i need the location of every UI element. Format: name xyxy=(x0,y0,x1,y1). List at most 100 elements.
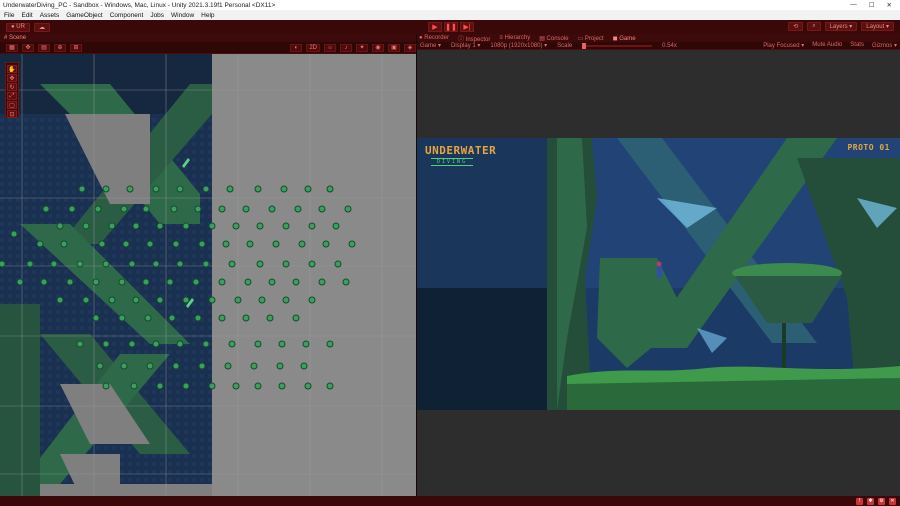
transform-tools-dropdown[interactable]: ✥ xyxy=(22,43,34,52)
warning-icon[interactable]: ! xyxy=(856,497,863,505)
pause-icon: ❚❚ xyxy=(445,24,457,31)
play-focused-label: Play Focused xyxy=(763,43,800,49)
game-view-dropdown[interactable]: Game ▾ xyxy=(420,42,441,49)
rotate-tool[interactable]: ↻ xyxy=(7,83,17,91)
window-titlebar: UnderwaterDiving_PC - Sandbox - Windows,… xyxy=(0,0,900,10)
game-panel: ● Recorder ⓘ Inspector ≡ Hierarchy ▤ Con… xyxy=(417,34,900,496)
menu-bar: File Edit Assets GameObject Component Jo… xyxy=(0,10,900,20)
mode-2d-button[interactable]: 2D xyxy=(306,43,320,52)
bug-icon[interactable]: ✱ xyxy=(867,497,874,505)
snap-settings-button[interactable]: ⊕ xyxy=(54,43,66,52)
move-tool[interactable]: ✥ xyxy=(7,74,17,82)
history-button[interactable]: ⟲ xyxy=(788,22,804,31)
toolbar-right: ⟲ ⌕ Layers ▾ Layout ▾ xyxy=(788,22,894,31)
draw-mode-icon: ▦ xyxy=(9,45,15,51)
stats-toggle[interactable]: Stats xyxy=(850,42,864,49)
grid-snap-dropdown[interactable]: ▤ xyxy=(38,43,50,52)
rect-icon: ▢ xyxy=(9,102,15,109)
resolution-label: 1080p (1920x1080) xyxy=(490,43,543,49)
camera-dropdown[interactable]: ▣ xyxy=(388,43,400,52)
gizmos-dropdown-game[interactable]: Gizmos ▾ xyxy=(872,42,897,49)
view-tool[interactable]: ✋ xyxy=(7,65,17,73)
transform-icon: ✥ xyxy=(25,45,31,51)
display-dropdown[interactable]: Display 1 ▾ xyxy=(451,42,480,49)
scene-viewport[interactable]: ✋ ✥ ↻ ⤢ ▢ ⊡ xyxy=(0,54,416,496)
tab-project[interactable]: ▭ Project xyxy=(578,35,604,42)
audio-toggle[interactable]: ♪ xyxy=(340,43,352,52)
scale-slider[interactable] xyxy=(582,42,653,49)
tab-recorder[interactable]: ● Recorder xyxy=(419,35,449,41)
tab-game[interactable]: ◼ Game xyxy=(613,35,636,42)
move-icon: ✥ xyxy=(9,75,15,82)
game-logo-title: UNDERWATER xyxy=(425,144,497,157)
game-render: UNDERWATER DIVING PROTO 01 xyxy=(417,138,900,410)
game-view-label: Game xyxy=(420,43,437,49)
tab-hierarchy[interactable]: ≡ Hierarchy xyxy=(499,35,530,41)
gizmos-dropdown[interactable]: ◈ xyxy=(404,43,416,52)
mode-2d-label: 2D xyxy=(309,44,317,51)
rect-tool[interactable]: ▢ xyxy=(7,101,17,109)
tab-game-label: Game xyxy=(619,35,636,42)
minimize-icon[interactable]: — xyxy=(850,1,857,9)
rotate-icon: ↻ xyxy=(9,84,15,91)
layout-dropdown[interactable]: Layout ▾ xyxy=(861,22,894,31)
cloud-button[interactable]: ☁ xyxy=(33,22,50,32)
transform-tool[interactable]: ⊡ xyxy=(7,110,17,118)
step-icon: ▶| xyxy=(463,24,471,31)
window-controls: — ☐ ✕ xyxy=(850,1,900,9)
layers-label: Layers xyxy=(829,23,848,30)
main-toolbar: ● UR ☁ ▶ ❚❚ ▶| ⟲ ⌕ Layers ▾ Layout ▾ xyxy=(0,20,900,34)
menu-component[interactable]: Component xyxy=(110,12,144,19)
tab-console-label: Console xyxy=(546,35,569,42)
maximize-icon[interactable]: ☐ xyxy=(869,1,875,9)
menu-window[interactable]: Window xyxy=(171,12,194,19)
scale-tool[interactable]: ⤢ xyxy=(7,92,17,100)
cloud-icon: ☁ xyxy=(38,24,45,31)
game-logo-subtitle: DIVING xyxy=(431,158,474,166)
light-icon: ☼ xyxy=(327,44,333,51)
lighting-toggle[interactable]: ☼ xyxy=(324,43,336,52)
console-icon: ▤ xyxy=(539,35,547,42)
tab-hierarchy-label: Hierarchy xyxy=(504,35,531,41)
scale-label: Scale xyxy=(557,42,573,49)
tab-scene[interactable]: # Scene xyxy=(4,35,26,41)
increment-snap-button[interactable]: ⊞ xyxy=(70,43,82,52)
menu-assets[interactable]: Assets xyxy=(40,12,60,19)
transform-tool-icon: ⊡ xyxy=(9,111,15,118)
scene-level-render xyxy=(0,54,416,496)
window-title: UnderwaterDiving_PC - Sandbox - Windows,… xyxy=(3,1,276,9)
game-tab-bar: ● Recorder ⓘ Inspector ≡ Hierarchy ▤ Con… xyxy=(417,34,900,43)
notification-icon[interactable]: ✕ xyxy=(889,497,896,505)
play-icon: ▶ xyxy=(432,24,438,31)
effects-icon: ✦ xyxy=(359,45,365,51)
pause-button[interactable]: ❚❚ xyxy=(444,22,458,32)
menu-file[interactable]: File xyxy=(4,12,14,19)
search-icon: ⌕ xyxy=(812,23,816,29)
scene-panel: # Scene ▦ ✥ ▤ ⊕ ⊞ ◐ 2D ☼ ♪ ✦ ◉ ▣ ◈ ✋ ✥ ↻… xyxy=(0,34,416,496)
shading-mode-button[interactable]: ◐ xyxy=(290,43,303,52)
visibility-toggle[interactable]: ◉ xyxy=(372,43,384,52)
game-scene-art xyxy=(417,138,900,410)
layout-label: Layout xyxy=(866,23,885,30)
menu-gameobject[interactable]: GameObject xyxy=(66,12,103,19)
tab-console[interactable]: ▤ Console xyxy=(539,35,568,42)
folder-icon: ▭ xyxy=(577,35,585,42)
account-button[interactable]: ● UR xyxy=(6,22,30,32)
audio-icon: ♪ xyxy=(344,44,348,51)
play-button[interactable]: ▶ xyxy=(428,22,442,32)
draw-mode-dropdown[interactable]: ▦ xyxy=(6,43,18,52)
mute-audio-toggle[interactable]: Mute Audio xyxy=(812,42,842,49)
menu-edit[interactable]: Edit xyxy=(21,12,32,19)
search-button[interactable]: ⌕ xyxy=(807,22,821,31)
settings-icon[interactable]: ⚙ xyxy=(878,497,885,505)
resolution-dropdown[interactable]: 1080p (1920x1080) ▾ xyxy=(490,42,547,49)
effects-dropdown[interactable]: ✦ xyxy=(356,43,368,52)
menu-jobs[interactable]: Jobs xyxy=(150,12,164,19)
game-viewport[interactable]: UNDERWATER DIVING PROTO 01 xyxy=(417,50,900,496)
play-focused-dropdown[interactable]: Play Focused ▾ xyxy=(763,42,804,49)
close-icon[interactable]: ✕ xyxy=(887,1,892,9)
step-button[interactable]: ▶| xyxy=(460,22,474,32)
layers-dropdown[interactable]: Layers ▾ xyxy=(824,22,858,31)
display-label: Display 1 xyxy=(451,43,476,49)
menu-help[interactable]: Help xyxy=(201,12,214,19)
